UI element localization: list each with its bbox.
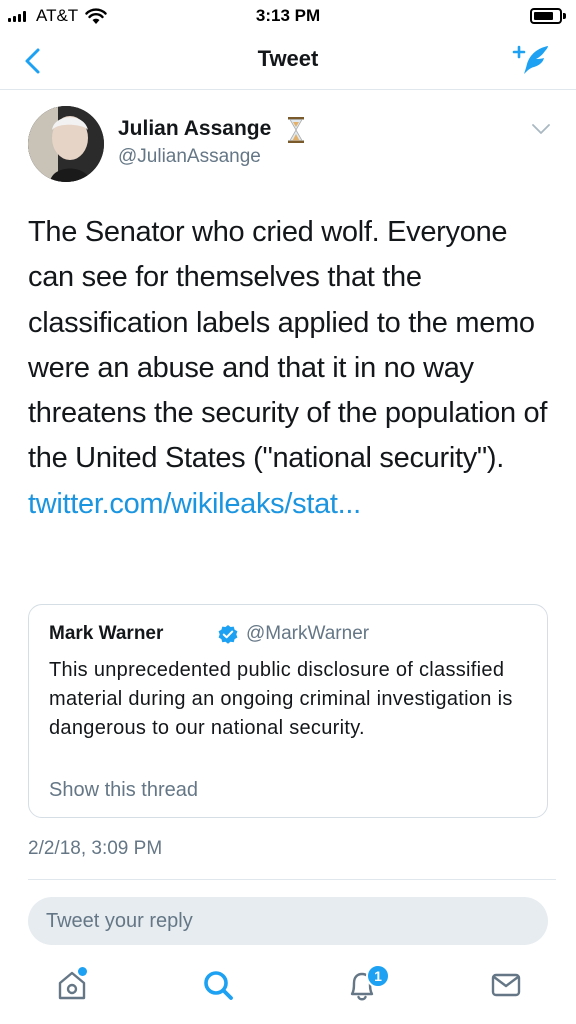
battery-icon [530, 8, 566, 24]
notification-count-badge: 1 [366, 964, 390, 988]
reply-input[interactable] [28, 897, 548, 945]
avatar[interactable] [28, 106, 104, 182]
quoted-tweet-card[interactable]: Mark Warner @MarkWarner This unprecedent… [28, 604, 548, 818]
author-handle[interactable]: @JulianAssange [118, 146, 261, 168]
search-icon [204, 971, 233, 1000]
chevron-down-icon[interactable] [530, 122, 552, 136]
hourglass-icon [288, 117, 304, 143]
tweet-timestamp: 2/2/18, 3:09 PM [28, 838, 163, 859]
author-name[interactable]: Julian Assange [118, 117, 271, 141]
tweet-text: The Senator who cried wolf. Everyone can… [28, 210, 548, 527]
tweet-link[interactable]: twitter.com/wikileaks/stat... [28, 488, 361, 520]
quoted-tweet-text: This unprecedented public disclosure of … [49, 659, 513, 739]
verified-badge-icon [218, 625, 238, 644]
tab-messages[interactable] [486, 965, 526, 1005]
quoted-author-handle: @MarkWarner [246, 623, 370, 644]
page-title: Tweet [257, 46, 319, 71]
navigation-bar: Tweet [0, 32, 576, 90]
quoted-author-name: Mark Warner [49, 623, 164, 644]
tab-search[interactable] [198, 965, 238, 1005]
show-thread-link[interactable]: Show this thread [49, 779, 198, 802]
compose-tweet-icon[interactable] [510, 40, 554, 80]
status-bar: AT&T 3:13 PM [0, 0, 576, 32]
tweet-body: The Senator who cried wolf. Everyone can… [28, 216, 548, 475]
new-content-dot [78, 967, 87, 976]
messages-icon [491, 973, 521, 997]
divider [28, 879, 556, 880]
status-time: 3:13 PM [255, 6, 321, 25]
